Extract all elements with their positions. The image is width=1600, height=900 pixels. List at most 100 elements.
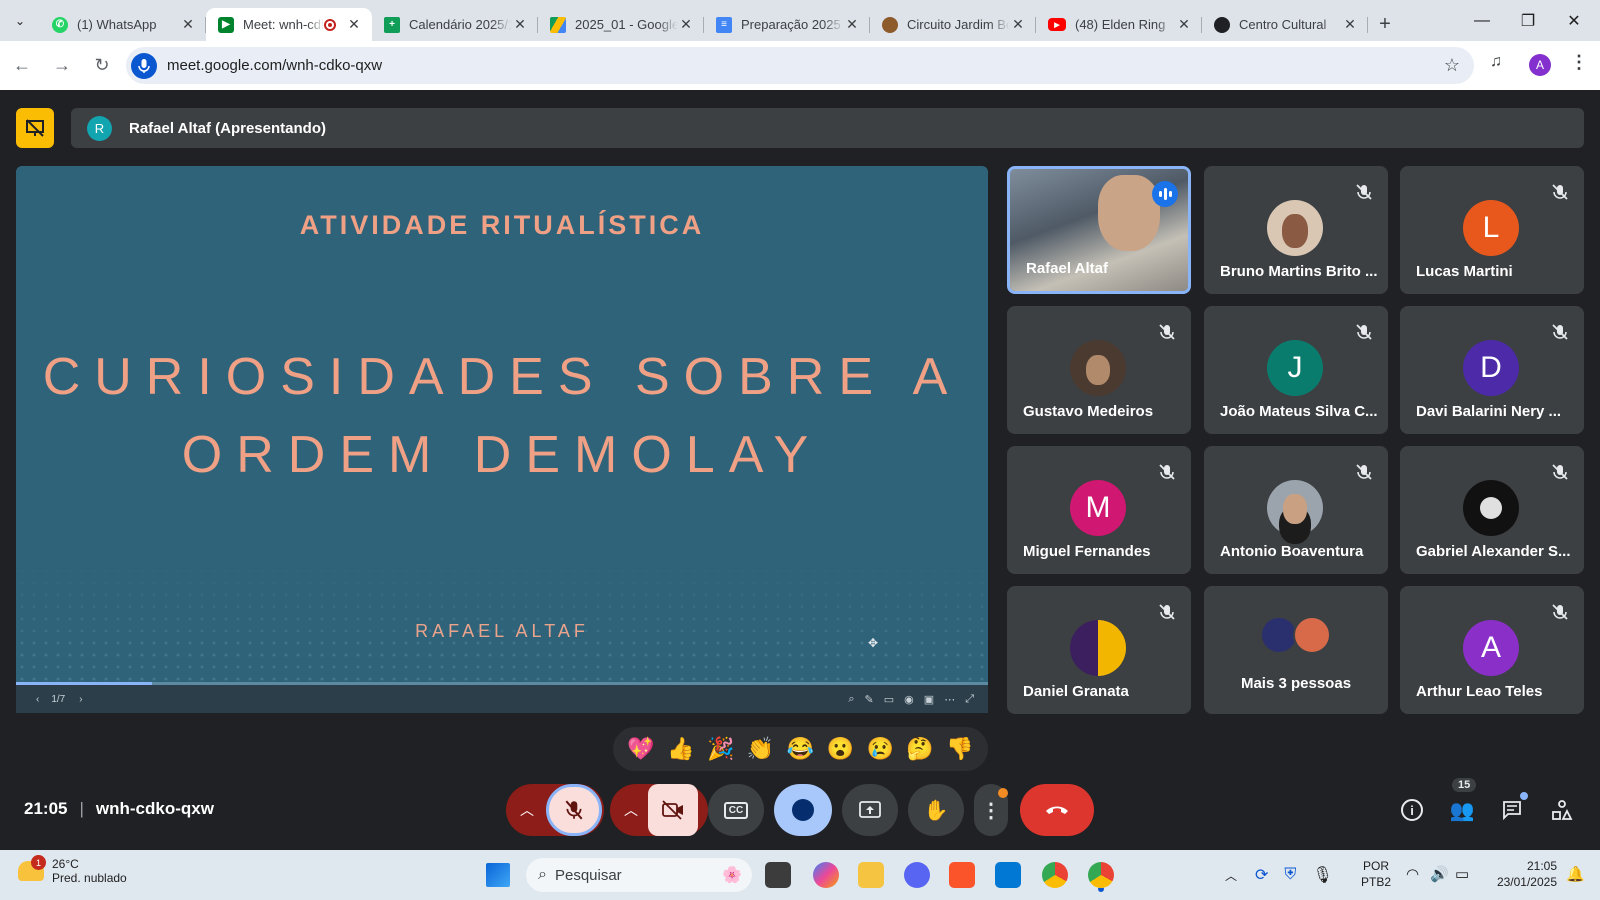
defender-icon[interactable]: ⛨ (1284, 866, 1296, 884)
next-slide-icon[interactable]: › (79, 694, 82, 705)
emoji-button[interactable] (774, 784, 832, 836)
participant-tile[interactable]: Gustavo Medeiros (1007, 306, 1191, 434)
captions-button[interactable]: CC (708, 784, 764, 836)
reaction-party[interactable]: 🎉 (707, 736, 734, 762)
mic-toggle-button[interactable] (546, 784, 602, 836)
participant-tile[interactable]: M Miguel Fernandes (1007, 446, 1191, 574)
taskbar-search[interactable]: ⌕ Pesquisar 🌸 (526, 858, 752, 892)
layout-icon[interactable]: ▣ (924, 693, 934, 706)
audio-icon[interactable]: ◉ (904, 693, 914, 706)
vscode-icon[interactable] (995, 862, 1021, 888)
tab-whatsapp[interactable]: ✆ (1) WhatsApp ✕ (40, 8, 206, 41)
volume-icon[interactable]: 🔊 (1430, 865, 1449, 883)
file-explorer-icon[interactable] (858, 862, 884, 888)
reaction-surprised[interactable]: 😮 (827, 736, 854, 762)
whatsapp-icon: ✆ (52, 16, 68, 33)
chrome-profile-icon[interactable] (1088, 862, 1114, 888)
participant-tile[interactable]: Rafael Altaf (1007, 166, 1191, 294)
profile-avatar[interactable]: A (1529, 54, 1551, 76)
tab-centro-cultural[interactable]: Centro Cultural ✕ (1202, 8, 1368, 41)
present-button[interactable] (842, 784, 898, 836)
mic-off-icon (1552, 464, 1568, 480)
participant-tile[interactable]: Antonio Boaventura (1204, 446, 1388, 574)
presentation-icon[interactable] (16, 108, 54, 148)
microphone-active-icon[interactable] (131, 52, 157, 79)
tab-youtube[interactable]: ▶ (48) Elden Ring ✕ (1036, 8, 1202, 41)
close-window-icon[interactable]: ✕ (1551, 0, 1597, 41)
meeting-code: wnh-cdko-qxw (95, 799, 214, 818)
bookmark-star-icon[interactable]: ☆ (1444, 55, 1460, 76)
activities-button[interactable] (1544, 792, 1580, 828)
reaction-clap[interactable]: 👏 (747, 736, 774, 762)
participant-tile[interactable]: Gabriel Alexander S... (1400, 446, 1584, 574)
minimize-icon[interactable]: — (1459, 0, 1505, 41)
reaction-heart[interactable]: 💖 (627, 736, 654, 762)
camera-toggle-button[interactable] (648, 784, 698, 836)
reaction-sad[interactable]: 😢 (866, 736, 893, 762)
raise-hand-button[interactable]: ✋ (908, 784, 964, 836)
restore-icon[interactable]: ❐ (1505, 0, 1551, 41)
participant-tile-overflow[interactable]: Mais 3 pessoas (1204, 586, 1388, 714)
close-tab-icon[interactable]: ✕ (512, 16, 528, 33)
fullscreen-icon[interactable]: ⤢ (965, 693, 974, 706)
copilot-icon[interactable] (813, 862, 839, 888)
address-bar[interactable]: meet.google.com/wnh-cdko-qxw ☆ (126, 47, 1474, 84)
participant-photo (1267, 480, 1323, 536)
people-button[interactable]: 👥 15 (1444, 778, 1480, 828)
task-view-icon[interactable] (765, 862, 791, 888)
reaction-laugh[interactable]: 😂 (787, 736, 814, 762)
reaction-thinking[interactable]: 🤔 (906, 736, 933, 762)
participant-tile[interactable]: Bruno Martins Brito ... (1204, 166, 1388, 294)
tray-overflow-icon[interactable]: ︿ (1225, 867, 1237, 884)
tab-meet[interactable]: ▶ Meet: wnh-cdko-qxw ✕ (206, 8, 372, 41)
brave-icon[interactable] (949, 862, 975, 888)
input-language[interactable]: POR PTB2 (1361, 858, 1391, 890)
close-tab-icon[interactable]: ✕ (1010, 16, 1026, 33)
close-tab-icon[interactable]: ✕ (1176, 16, 1192, 33)
notification-bell-icon[interactable]: 🔔 (1566, 865, 1585, 883)
back-icon[interactable]: ← (4, 48, 40, 84)
prev-slide-icon[interactable]: ‹ (36, 694, 39, 705)
tab-calendario[interactable]: + Calendário 2025/1 ✕ (372, 8, 538, 41)
close-tab-icon[interactable]: ✕ (1342, 16, 1358, 33)
participant-tile[interactable]: A Arthur Leao Teles (1400, 586, 1584, 714)
media-controls-icon[interactable]: ♫ (1490, 53, 1502, 71)
reaction-thumbs-up[interactable]: 👍 (667, 736, 694, 762)
more-options-icon[interactable]: ⋯ (944, 693, 955, 706)
weather-condition: Pred. nublado (52, 871, 127, 885)
close-tab-icon[interactable]: ✕ (346, 16, 362, 33)
more-options-button[interactable]: ⋮ (974, 784, 1008, 836)
pointer-icon[interactable]: ✎ (865, 693, 874, 706)
tab-preparacao[interactable]: ≡ Preparação 2025 ✕ (704, 8, 870, 41)
discord-icon[interactable] (904, 862, 930, 888)
zoom-icon[interactable]: ⌕ (848, 693, 854, 706)
wifi-icon[interactable]: ◠ (1406, 865, 1419, 883)
meeting-details-button[interactable]: i (1394, 792, 1430, 828)
leave-call-button[interactable] (1020, 784, 1094, 836)
battery-icon[interactable]: ▭ (1455, 865, 1469, 883)
tab-search-chevron-icon[interactable]: ⌄ (0, 0, 40, 41)
taskbar-clock[interactable]: 21:05 23/01/2025 (1487, 858, 1557, 890)
chat-button[interactable] (1494, 792, 1530, 828)
close-tab-icon[interactable]: ✕ (678, 16, 694, 33)
weather-widget[interactable]: 1 26°C Pred. nublado (18, 855, 127, 885)
reload-icon[interactable]: ↻ (84, 48, 120, 84)
browser-menu-icon[interactable]: ⋮ (1570, 52, 1588, 73)
participant-tile[interactable]: J João Mateus Silva C... (1204, 306, 1388, 434)
captions-icon[interactable]: ▭ (884, 693, 894, 706)
reaction-thumbs-down[interactable]: 👎 (946, 736, 973, 762)
close-tab-icon[interactable]: ✕ (180, 16, 196, 33)
participant-tile[interactable]: L Lucas Martini (1400, 166, 1584, 294)
sync-icon[interactable]: ⟳ (1255, 865, 1268, 885)
participant-tile[interactable]: Daniel Granata (1007, 586, 1191, 714)
participant-tile[interactable]: D Davi Balarini Nery ... (1400, 306, 1584, 434)
forward-icon[interactable]: → (44, 48, 80, 84)
chrome-icon[interactable] (1042, 862, 1068, 888)
tab-drive[interactable]: 2025_01 - Google Drive ✕ (538, 8, 704, 41)
tab-circuito[interactable]: Circuito Jardim Botânico ✕ (870, 8, 1036, 41)
close-tab-icon[interactable]: ✕ (844, 16, 860, 33)
microphone-icon[interactable]: 🎙 (1312, 865, 1332, 885)
start-menu-icon[interactable] (486, 863, 510, 887)
participant-photo (1293, 616, 1331, 654)
new-tab-button[interactable]: + (1368, 8, 1402, 41)
